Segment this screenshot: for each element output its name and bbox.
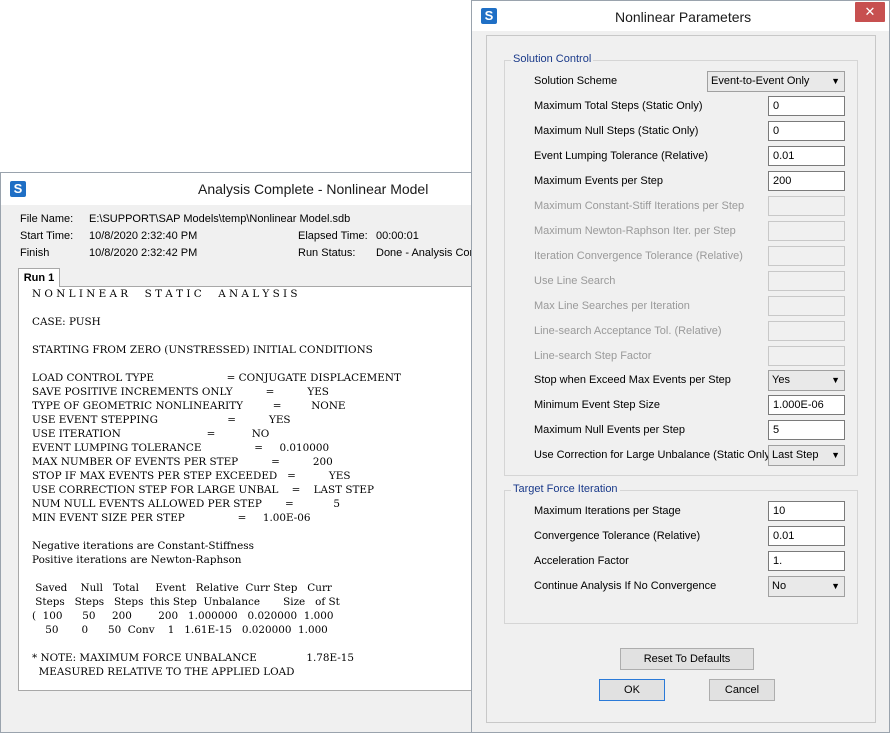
- start-time-label: Start Time:: [20, 230, 74, 242]
- solution-row-input[interactable]: [768, 196, 845, 216]
- solution-row-input[interactable]: [768, 121, 845, 141]
- sap-app-icon: S: [10, 181, 26, 197]
- continue-analysis-select[interactable]: No ▼: [768, 576, 845, 597]
- stop-exceed-value: Yes: [772, 374, 790, 386]
- max-null-events-input[interactable]: [768, 420, 845, 440]
- solution-row-label: Maximum Null Steps (Static Only): [534, 125, 699, 137]
- file-name-value: E:\SUPPORT\SAP Models\temp\Nonlinear Mod…: [89, 213, 351, 225]
- correction-select[interactable]: Last Step ▼: [768, 445, 845, 466]
- solution-row-input[interactable]: [768, 96, 845, 116]
- solution-row-label: Iteration Convergence Tolerance (Relativ…: [534, 250, 743, 262]
- continue-analysis-value: No: [772, 580, 787, 592]
- solution-row-label: Maximum Constant-Stiff Iterations per St…: [534, 200, 745, 212]
- convergence-tolerance-label: Convergence Tolerance (Relative): [534, 530, 701, 542]
- max-iterations-input[interactable]: [768, 501, 845, 521]
- chevron-down-icon: ▼: [831, 450, 840, 460]
- solution-row-input[interactable]: [768, 346, 845, 366]
- sap-app-icon: S: [481, 8, 497, 24]
- solution-row-input[interactable]: [768, 296, 845, 316]
- solution-row-label: Maximum Total Steps (Static Only): [534, 100, 703, 112]
- ok-button[interactable]: OK: [599, 679, 665, 701]
- stop-exceed-label: Stop when Exceed Max Events per Step: [534, 374, 731, 386]
- acceleration-factor-label: Acceleration Factor: [534, 555, 629, 567]
- tab-run-1[interactable]: Run 1: [18, 268, 60, 287]
- convergence-tolerance-input[interactable]: [768, 526, 845, 546]
- solution-scheme-value: Event-to-Event Only: [711, 75, 810, 87]
- max-null-events-label: Maximum Null Events per Step: [534, 424, 685, 436]
- solution-row-label: Event Lumping Tolerance (Relative): [534, 150, 709, 162]
- finish-label: Finish: [20, 247, 50, 259]
- analysis-log-panel[interactable]: N O N L I N E A R S T A T I C A N A L Y …: [18, 286, 473, 691]
- solution-row-input[interactable]: [768, 146, 845, 166]
- correction-value: Last Step: [772, 449, 819, 461]
- close-button[interactable]: ✕: [855, 2, 885, 22]
- run-status-value: Done - Analysis Complete: [376, 247, 472, 259]
- acceleration-factor-input[interactable]: [768, 551, 845, 571]
- solution-row-label: Line-search Acceptance Tol. (Relative): [534, 325, 722, 337]
- solution-row-input[interactable]: [768, 246, 845, 266]
- min-event-step-label: Minimum Event Step Size: [534, 399, 660, 411]
- solution-row-input[interactable]: [768, 271, 845, 291]
- solution-row-input[interactable]: [768, 221, 845, 241]
- file-name-label: File Name:: [20, 213, 74, 225]
- stop-exceed-select[interactable]: Yes ▼: [768, 370, 845, 391]
- min-event-step-input[interactable]: [768, 395, 845, 415]
- run-status-label: Run Status:: [298, 247, 356, 259]
- solution-scheme-select[interactable]: Event-to-Event Only ▼: [707, 71, 845, 92]
- solution-row-label: Maximum Newton-Raphson Iter. per Step: [534, 225, 736, 237]
- dialog-body: Solution Control Solution Scheme Event-t…: [486, 35, 876, 723]
- analysis-complete-window: S Analysis Complete - Nonlinear Model Fi…: [0, 172, 473, 733]
- continue-analysis-label: Continue Analysis If No Convergence: [534, 580, 717, 592]
- analysis-log-text: N O N L I N E A R S T A T I C A N A L Y …: [32, 288, 401, 678]
- analysis-window-title: Analysis Complete - Nonlinear Model: [198, 181, 429, 197]
- elapsed-time-label: Elapsed Time:: [298, 230, 368, 242]
- solution-row-label: Maximum Events per Step: [534, 175, 663, 187]
- correction-label: Use Correction for Large Unbalance (Stat…: [534, 449, 774, 461]
- cancel-button[interactable]: Cancel: [709, 679, 775, 701]
- chevron-down-icon: ▼: [831, 375, 840, 385]
- nonlinear-dialog-title: Nonlinear Parameters: [615, 9, 752, 25]
- chevron-down-icon: ▼: [831, 581, 840, 591]
- max-iterations-label: Maximum Iterations per Stage: [534, 505, 681, 517]
- nonlinear-titlebar[interactable]: S Nonlinear Parameters ✕: [472, 1, 889, 31]
- chevron-down-icon: ▼: [831, 76, 840, 86]
- elapsed-time-value: 00:00:01: [376, 230, 419, 242]
- solution-control-title: Solution Control: [511, 53, 594, 65]
- close-icon: ✕: [864, 4, 876, 19]
- solution-scheme-label: Solution Scheme: [534, 75, 618, 87]
- nonlinear-parameters-dialog: S Nonlinear Parameters ✕ Solution Contro…: [471, 0, 890, 733]
- solution-row-label: Use Line Search: [534, 275, 616, 287]
- target-force-title: Target Force Iteration: [511, 483, 620, 495]
- solution-row-label: Max Line Searches per Iteration: [534, 300, 690, 312]
- solution-row-input[interactable]: [768, 171, 845, 191]
- solution-row-label: Line-search Step Factor: [534, 350, 652, 362]
- finish-time-value: 10/8/2020 2:32:42 PM: [89, 247, 198, 259]
- reset-to-defaults-button[interactable]: Reset To Defaults: [620, 648, 754, 670]
- horizontal-scrollbar[interactable]: [18, 693, 473, 707]
- solution-row-input[interactable]: [768, 321, 845, 341]
- analysis-titlebar[interactable]: S Analysis Complete - Nonlinear Model: [1, 173, 471, 205]
- start-time-value: 10/8/2020 2:32:40 PM: [89, 230, 198, 242]
